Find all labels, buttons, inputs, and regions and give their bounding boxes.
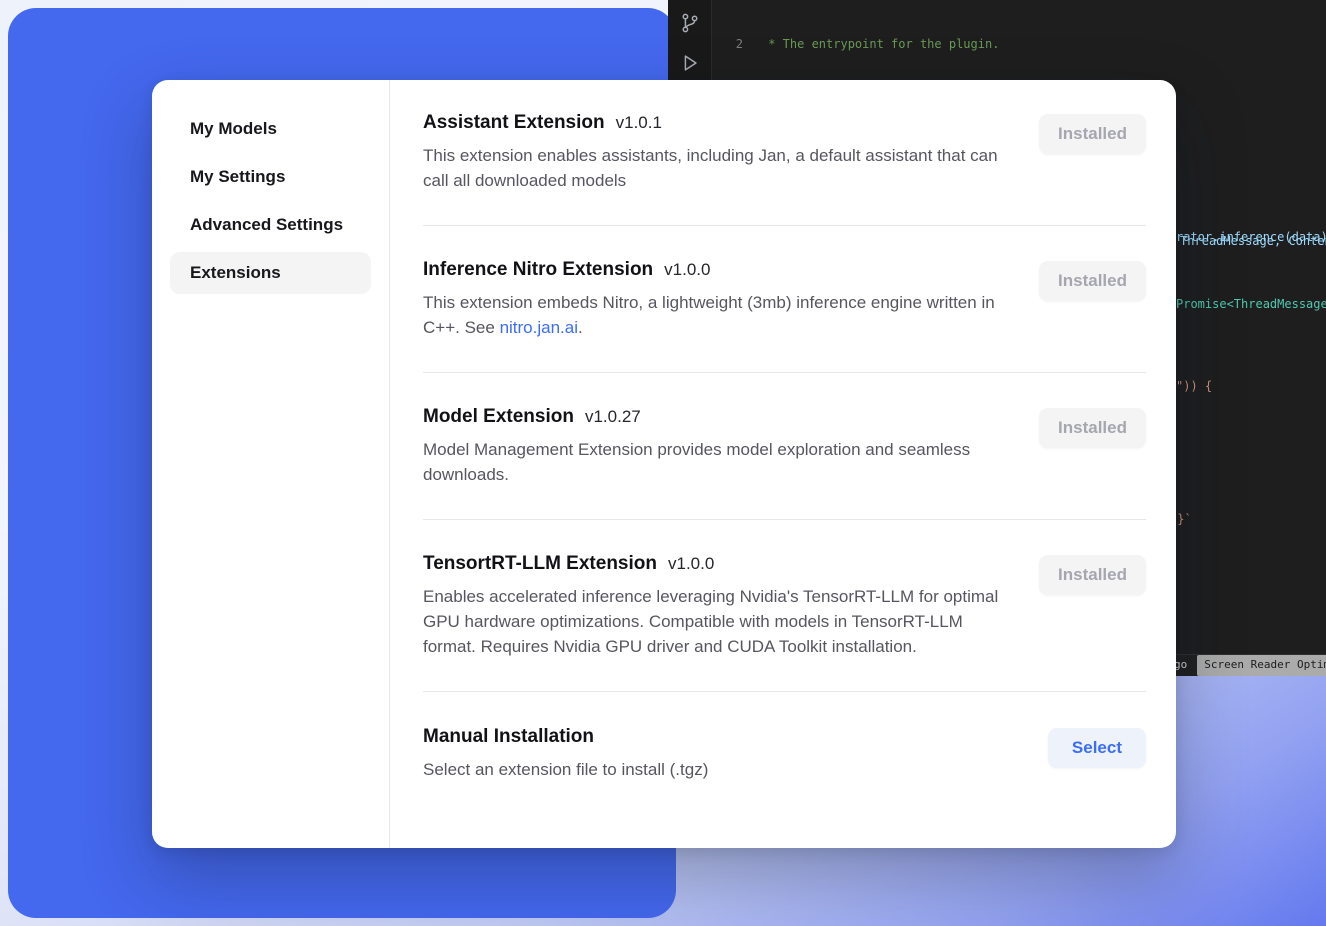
extension-row-tensorrt: TensortRT-LLM Extension v1.0.0 Enables a…: [423, 520, 1146, 692]
manual-installation-title: Manual Installation: [423, 726, 594, 748]
extension-title-line: Inference Nitro Extension v1.0.0: [423, 259, 1007, 281]
select-file-button[interactable]: Select: [1048, 728, 1146, 768]
extensions-panel: Assistant Extension v1.0.1 This extensio…: [390, 80, 1176, 848]
code-line: 2 * The entrypoint for the plugin.: [713, 36, 1326, 52]
extension-info: Assistant Extension v1.0.1 This extensio…: [423, 112, 1007, 193]
code-fragment: rator.inference(data));: [1176, 229, 1326, 245]
sidebar-item-my-settings[interactable]: My Settings: [170, 156, 371, 198]
extension-version: v1.0.0: [668, 554, 714, 574]
extension-info: Model Extension v1.0.27 Model Management…: [423, 406, 1007, 487]
sidebar-item-my-models[interactable]: My Models: [170, 108, 371, 150]
settings-sidebar: My Models My Settings Advanced Settings …: [152, 80, 390, 848]
extension-title: TensortRT-LLM Extension: [423, 553, 657, 575]
sidebar-item-extensions[interactable]: Extensions: [170, 252, 371, 294]
extension-version: v1.0.27: [585, 407, 641, 427]
installed-button[interactable]: Installed: [1039, 555, 1146, 595]
extension-description: This extension embeds Nitro, a lightweig…: [423, 290, 1007, 340]
nitro-jan-ai-link[interactable]: nitro.jan.ai: [500, 318, 578, 337]
run-debug-icon[interactable]: [679, 52, 701, 74]
code-fragment: Promise<ThreadMessage>: [1176, 296, 1326, 312]
extension-info: Manual Installation Select an extension …: [423, 726, 708, 782]
extension-title: Assistant Extension: [423, 112, 605, 134]
screen-reader-badge[interactable]: Screen Reader Optimized: [1197, 655, 1326, 675]
extension-row-nitro: Inference Nitro Extension v1.0.0 This ex…: [423, 226, 1146, 373]
manual-installation-row: Manual Installation Select an extension …: [423, 692, 1146, 814]
installed-button[interactable]: Installed: [1039, 114, 1146, 154]
settings-modal: My Models My Settings Advanced Settings …: [152, 80, 1176, 848]
extension-title-line: Manual Installation: [423, 726, 708, 748]
extension-title: Inference Nitro Extension: [423, 259, 653, 281]
extension-description: This extension enables assistants, inclu…: [423, 143, 1007, 193]
extension-version: v1.0.1: [616, 113, 662, 133]
line-number: 2: [713, 36, 743, 52]
extension-description: Enables accelerated inference leveraging…: [423, 584, 1007, 659]
extension-row-assistant: Assistant Extension v1.0.1 This extensio…: [423, 80, 1146, 226]
extension-info: Inference Nitro Extension v1.0.0 This ex…: [423, 259, 1007, 340]
extension-description: Model Management Extension provides mode…: [423, 437, 1007, 487]
extension-info: TensortRT-LLM Extension v1.0.0 Enables a…: [423, 553, 1007, 659]
installed-button[interactable]: Installed: [1039, 408, 1146, 448]
extension-title: Model Extension: [423, 406, 574, 428]
extension-row-model: Model Extension v1.0.27 Model Management…: [423, 373, 1146, 520]
extension-title-line: Model Extension v1.0.27: [423, 406, 1007, 428]
sidebar-item-advanced-settings[interactable]: Advanced Settings: [170, 204, 371, 246]
installed-button[interactable]: Installed: [1039, 261, 1146, 301]
extension-title-line: TensortRT-LLM Extension v1.0.0: [423, 553, 1007, 575]
extension-title-line: Assistant Extension v1.0.1: [423, 112, 1007, 134]
manual-installation-description: Select an extension file to install (.tg…: [423, 757, 708, 782]
extension-version: v1.0.0: [664, 260, 710, 280]
page-background: 2 * The entrypoint for the plugin. 3 */ …: [0, 0, 1326, 926]
code-fragment: ")) {: [1176, 378, 1212, 394]
source-control-icon[interactable]: [679, 12, 701, 34]
